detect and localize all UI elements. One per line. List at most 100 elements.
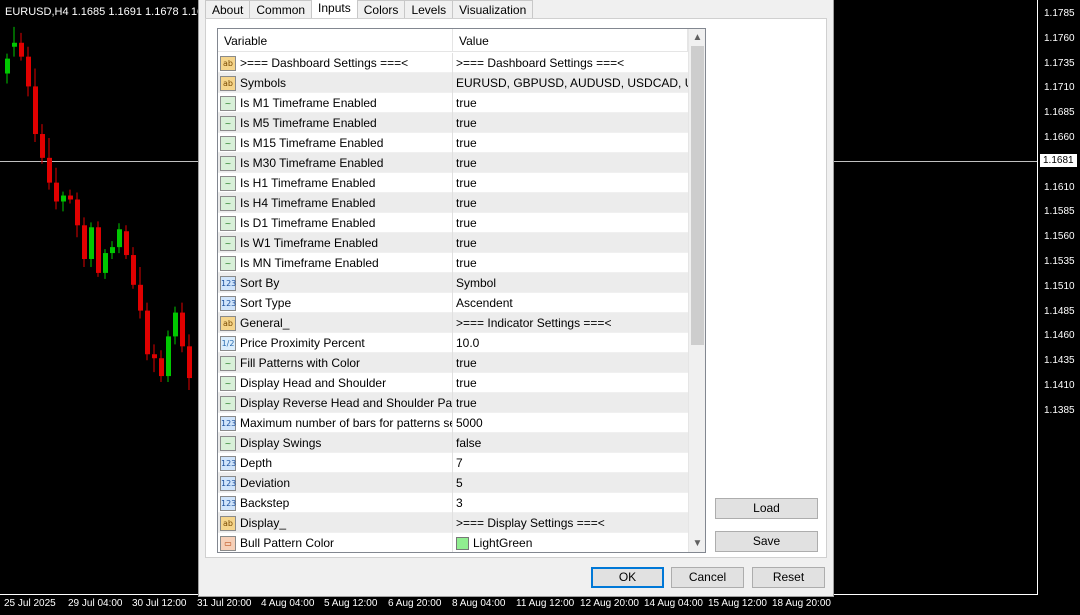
parameter-row[interactable]: ~ Is MN Timeframe Enabled true: [218, 253, 688, 273]
time-tick-label: 15 Aug 12:00: [708, 598, 767, 609]
bear-candle: [54, 167, 59, 210]
parameter-value-cell[interactable]: true: [453, 153, 688, 173]
parameter-value-cell[interactable]: Symbol: [453, 273, 688, 293]
tab-inputs[interactable]: Inputs: [311, 0, 358, 18]
bull-candle: [117, 223, 122, 254]
ok-button[interactable]: OK: [591, 567, 664, 588]
column-header-value[interactable]: Value: [453, 29, 688, 52]
grid-header: Variable Value: [218, 29, 688, 52]
parameter-value-cell[interactable]: false: [453, 433, 688, 453]
bool-type-icon: ~: [220, 375, 236, 391]
parameter-name: Display_: [240, 516, 287, 530]
string-type-icon: ab: [220, 75, 236, 91]
parameter-row[interactable]: ~ Is H1 Timeframe Enabled true: [218, 173, 688, 193]
parameter-row[interactable]: 123 Backstep 3: [218, 493, 688, 513]
parameter-value-cell[interactable]: true: [453, 93, 688, 113]
parameter-value-cell[interactable]: 7: [453, 453, 688, 473]
parameter-row[interactable]: ▭ Bull Pattern Color LightGreen: [218, 533, 688, 552]
time-tick-label: 12 Aug 20:00: [580, 598, 639, 609]
current-price-label: 1.1681: [1040, 154, 1077, 167]
parameter-row[interactable]: 123 Depth 7: [218, 453, 688, 473]
parameter-row[interactable]: ~ Is M30 Timeframe Enabled true: [218, 153, 688, 173]
parameter-value: true: [456, 216, 477, 230]
parameter-row[interactable]: 123 Maximum number of bars for patterns s…: [218, 413, 688, 433]
parameter-row[interactable]: ~ Is M15 Timeframe Enabled true: [218, 133, 688, 153]
parameter-name-cell: ~ Display Swings: [218, 433, 453, 453]
parameter-value-cell[interactable]: true: [453, 353, 688, 373]
parameter-value-cell[interactable]: 5000: [453, 413, 688, 433]
load-button[interactable]: Load: [715, 498, 818, 519]
parameter-name: Bull Pattern Color: [240, 536, 335, 550]
parameter-row[interactable]: ab Display_ >=== Display Settings ===<: [218, 513, 688, 533]
parameter-name-cell: ▭ Bull Pattern Color: [218, 533, 453, 552]
parameter-name-cell: ~ Is M5 Timeframe Enabled: [218, 113, 453, 133]
parameter-row[interactable]: 123 Deviation 5: [218, 473, 688, 493]
parameter-row[interactable]: ab Symbols EURUSD, GBPUSD, AUDUSD, USDCAD,…: [218, 73, 688, 93]
parameter-row[interactable]: ~ Is M5 Timeframe Enabled true: [218, 113, 688, 133]
parameter-value-cell[interactable]: 5: [453, 473, 688, 493]
parameter-row[interactable]: ab General_ >=== Indicator Settings ===<: [218, 313, 688, 333]
parameter-row[interactable]: ~ Display Head and Shoulder true: [218, 373, 688, 393]
color-type-icon: ▭: [220, 535, 236, 551]
parameter-name: Is M5 Timeframe Enabled: [240, 116, 377, 130]
tab-colors[interactable]: Colors: [356, 0, 406, 18]
int-type-icon: 123: [220, 275, 236, 291]
parameter-value-cell[interactable]: EURUSD, GBPUSD, AUDUSD, USDCAD, U...: [453, 73, 688, 93]
string-type-icon: ab: [220, 315, 236, 331]
scroll-thumb[interactable]: [691, 46, 704, 345]
parameter-value-cell[interactable]: true: [453, 253, 688, 273]
vertical-scrollbar[interactable]: ▲ ▼: [688, 29, 705, 552]
scroll-down-icon[interactable]: ▼: [689, 535, 705, 552]
parameter-row[interactable]: ~ Is H4 Timeframe Enabled true: [218, 193, 688, 213]
parameter-value-cell[interactable]: >=== Dashboard Settings ===<: [453, 53, 688, 73]
reset-button[interactable]: Reset: [752, 567, 825, 588]
parameter-name-cell: ~ Display Head and Shoulder: [218, 373, 453, 393]
parameter-value-cell[interactable]: true: [453, 373, 688, 393]
bull-candle: [89, 222, 94, 267]
parameter-row[interactable]: ~ Display Swings false: [218, 433, 688, 453]
parameter-value-cell[interactable]: true: [453, 173, 688, 193]
column-header-variable[interactable]: Variable: [218, 29, 453, 52]
price-tick-label: 1.1685: [1044, 107, 1075, 119]
tab-visualization[interactable]: Visualization: [452, 0, 534, 18]
int-type-icon: 123: [220, 415, 236, 431]
parameter-value-cell[interactable]: true: [453, 113, 688, 133]
parameter-row[interactable]: 1/2 Price Proximity Percent 10.0: [218, 333, 688, 353]
int-type-icon: 123: [220, 495, 236, 511]
parameter-value-cell[interactable]: true: [453, 133, 688, 153]
parameter-row[interactable]: ~ Fill Patterns with Color true: [218, 353, 688, 373]
price-tick-label: 1.1460: [1044, 330, 1075, 342]
parameter-row[interactable]: ~ Is D1 Timeframe Enabled true: [218, 213, 688, 233]
parameter-value-cell[interactable]: >=== Indicator Settings ===<: [453, 313, 688, 333]
parameter-row[interactable]: ab >=== Dashboard Settings ===< >=== Dashb…: [218, 53, 688, 73]
color-swatch[interactable]: [456, 536, 469, 550]
parameter-row[interactable]: ~ Display Reverse Head and Shoulder Patte…: [218, 393, 688, 413]
parameter-value-cell[interactable]: Ascendent: [453, 293, 688, 313]
parameter-row[interactable]: ~ Is W1 Timeframe Enabled true: [218, 233, 688, 253]
tab-common[interactable]: Common: [249, 0, 313, 18]
parameter-value: true: [456, 396, 477, 410]
parameter-value-cell[interactable]: LightGreen: [453, 533, 688, 552]
parameter-value-cell[interactable]: true: [453, 193, 688, 213]
parameter-value-cell[interactable]: true: [453, 393, 688, 413]
parameter-name-cell: 123 Deviation: [218, 473, 453, 493]
parameter-name-cell: 123 Maximum number of bars for patterns s…: [218, 413, 453, 433]
parameter-value-cell[interactable]: >=== Display Settings ===<: [453, 513, 688, 533]
scroll-up-icon[interactable]: ▲: [689, 29, 705, 46]
save-button[interactable]: Save: [715, 531, 818, 552]
tab-about[interactable]: About: [205, 0, 251, 18]
parameter-name: >=== Dashboard Settings ===<: [240, 56, 409, 70]
bear-candle: [40, 124, 45, 164]
tab-levels[interactable]: Levels: [404, 0, 454, 18]
parameter-value-cell[interactable]: 3: [453, 493, 688, 513]
parameter-value-cell[interactable]: true: [453, 233, 688, 253]
cancel-button[interactable]: Cancel: [671, 567, 744, 588]
parameter-name: General_: [240, 316, 290, 330]
parameter-row[interactable]: ~ Is M1 Timeframe Enabled true: [218, 93, 688, 113]
bear-candle: [138, 266, 143, 319]
parameter-value-cell[interactable]: 10.0: [453, 333, 688, 353]
parameter-row[interactable]: 123 Sort Type Ascendent: [218, 293, 688, 313]
parameter-name: Is M1 Timeframe Enabled: [240, 96, 377, 110]
parameter-row[interactable]: 123 Sort By Symbol: [218, 273, 688, 293]
parameter-value-cell[interactable]: true: [453, 213, 688, 233]
